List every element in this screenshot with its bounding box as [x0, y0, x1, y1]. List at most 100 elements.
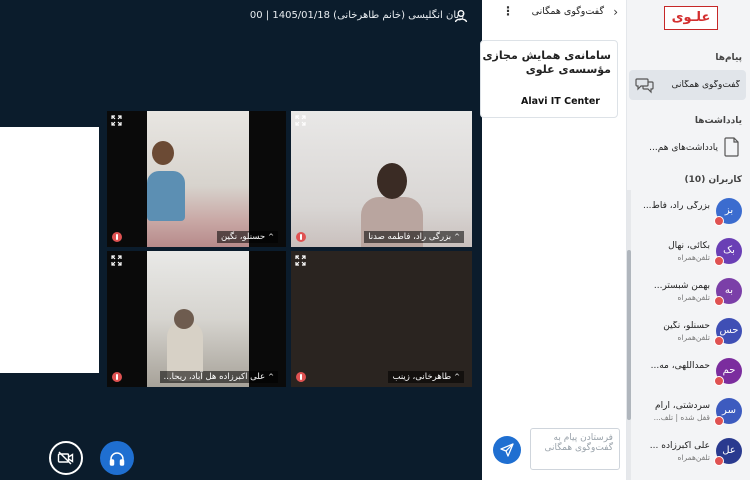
- user-list-item[interactable]: بک بکائی، نهال تلفن‌همراه: [627, 232, 750, 272]
- user-list-item[interactable]: سر سردشتی، آرام قفل شده | تلف...: [627, 392, 750, 432]
- mic-off-icon: [296, 372, 306, 382]
- user-list-item[interactable]: حم حمداللهی، مه...: [627, 352, 750, 392]
- user-list-scrollbar[interactable]: [627, 190, 631, 480]
- user-list: بز بزرگی راد، فاط... بک بکائی، نهال تلفن…: [627, 192, 750, 480]
- chevron-left-icon[interactable]: ‹: [613, 5, 618, 19]
- user-status: تلفن‌همراه: [677, 293, 710, 302]
- avatar-initials: سر: [722, 405, 736, 416]
- participant-name[interactable]: ^طاهرخانی، زینب: [388, 371, 464, 383]
- avatar: به: [714, 278, 742, 306]
- user-name: حمداللهی، مه...: [650, 361, 710, 371]
- avatar: عل: [714, 438, 742, 466]
- participant-name-text: علی اکبرزاده هل آباد، ریحا...: [163, 372, 266, 382]
- participant-figure: [377, 163, 407, 199]
- notes-section-label: یادداشت‌ها: [694, 116, 742, 126]
- meeting-title: زبان انگلیسی (خانم طاهرخانی) 1405/01/18 …: [249, 10, 464, 21]
- caret-icon: ^: [454, 233, 460, 241]
- avatar: بز: [714, 198, 742, 226]
- participant-name[interactable]: ^حسنلو، نگین: [216, 231, 278, 243]
- sidebar: علـوی پیام‌ها گفت‌وگوی همگانی یادداشت‌ها…: [627, 0, 750, 480]
- user-name: سردشتی، آرام: [655, 401, 710, 411]
- video-tile[interactable]: ^بزرگی راد، فاطمه صدنا: [291, 111, 472, 247]
- avatar: حس: [714, 318, 742, 346]
- participant-name-text: بزرگی راد، فاطمه صدنا: [368, 232, 452, 242]
- user-name: بزرگی راد، فاط...: [642, 201, 710, 211]
- mic-off-icon: [714, 376, 724, 386]
- avatar-initials: حم: [722, 365, 736, 376]
- avatar: سر: [714, 398, 742, 426]
- avatar-initials: بک: [723, 245, 735, 256]
- fullscreen-icon[interactable]: [295, 115, 306, 129]
- avatar-initials: به: [724, 285, 734, 296]
- avatar-initials: عل: [722, 445, 736, 456]
- fullscreen-icon[interactable]: [111, 255, 122, 269]
- chat-panel: ‹ گفت‌وگوی همگانی ⋮ سامانه‌ی همایش مجازی…: [480, 0, 627, 480]
- chat-header: ‹ گفت‌وگوی همگانی ⋮: [482, 0, 626, 26]
- user-icon[interactable]: [454, 9, 468, 26]
- chat-title: گفت‌وگوی همگانی: [531, 6, 604, 17]
- video-tile[interactable]: ^علی اکبرزاده هل آباد، ریحا...: [107, 251, 286, 387]
- user-list-item[interactable]: حس حسنلو، نگین تلفن‌همراه: [627, 312, 750, 352]
- welcome-title: سامانه‌ی همایش مجازی مؤسسه‌ی علوی: [482, 49, 611, 76]
- video-tile[interactable]: ^حسنلو، نگین: [107, 111, 286, 247]
- document-icon: [724, 136, 740, 160]
- participant-figure: [147, 171, 185, 221]
- sidebar-item-shared-notes[interactable]: یادداشت‌های هم...: [629, 133, 746, 163]
- send-icon: [500, 443, 514, 457]
- mic-off-icon: [714, 296, 724, 306]
- caret-icon: ^: [454, 373, 460, 381]
- chat-message-input[interactable]: [530, 428, 620, 470]
- participant-name-text: حسنلو، نگین: [220, 232, 266, 242]
- user-name: علی اکبرزاده ...: [649, 441, 710, 451]
- fullscreen-icon[interactable]: [111, 115, 122, 129]
- users-section-label: کاربران (10): [684, 175, 742, 185]
- mic-off-icon: [112, 372, 122, 382]
- mic-off-icon: [714, 416, 724, 426]
- more-options-icon[interactable]: ⋮: [502, 4, 514, 18]
- participant-figure: [152, 141, 174, 165]
- sidebar-item-public-chat[interactable]: گفت‌وگوی همگانی: [629, 70, 746, 100]
- participant-name-text: طاهرخانی، زینب: [392, 372, 452, 382]
- user-name: بکائی، نهال: [668, 241, 710, 251]
- presentation-area: [0, 127, 99, 373]
- fullscreen-icon[interactable]: [295, 255, 306, 269]
- sidebar-item-label: گفت‌وگوی همگانی: [671, 80, 740, 90]
- avatar-initials: بز: [724, 205, 734, 216]
- scrollbar-thumb[interactable]: [627, 250, 631, 420]
- user-status: تلفن‌همراه: [677, 253, 710, 262]
- welcome-subtitle: Alavi IT Center: [521, 96, 600, 107]
- audio-button[interactable]: [100, 441, 134, 475]
- sidebar-item-label: یادداشت‌های هم...: [649, 143, 718, 153]
- video-area: زبان انگلیسی (خانم طاهرخانی) 1405/01/18 …: [0, 0, 482, 480]
- avatar: حم: [714, 358, 742, 386]
- participant-figure: [174, 309, 194, 329]
- camera-toggle-button[interactable]: [49, 441, 83, 475]
- participant-name[interactable]: ^بزرگی راد، فاطمه صدنا: [364, 231, 464, 243]
- user-list-item[interactable]: به بهمن شبستر... تلفن‌همراه: [627, 272, 750, 312]
- mic-off-icon: [112, 232, 122, 242]
- mic-off-icon: [714, 336, 724, 346]
- participant-name[interactable]: ^علی اکبرزاده هل آباد، ریحا...: [159, 371, 278, 383]
- user-list-item[interactable]: عل علی اکبرزاده ... تلفن‌همراه: [627, 432, 750, 472]
- user-name: بهمن شبستر...: [653, 281, 710, 291]
- mic-off-icon: [714, 216, 724, 226]
- caret-icon: ^: [268, 373, 274, 381]
- chat-bubbles-icon: [635, 76, 655, 97]
- user-status: تلفن‌همراه: [677, 453, 710, 462]
- headphones-icon: [109, 451, 125, 466]
- camera-off-icon: [57, 451, 74, 465]
- user-name: حسنلو، نگین: [663, 321, 710, 331]
- avatar: بک: [714, 238, 742, 266]
- user-list-item[interactable]: بز بزرگی راد، فاط...: [627, 192, 750, 232]
- messages-section-label: پیام‌ها: [715, 53, 742, 63]
- mic-off-icon: [714, 256, 724, 266]
- user-status: تلفن‌همراه: [677, 333, 710, 342]
- caret-icon: ^: [268, 233, 274, 241]
- mic-off-icon: [714, 456, 724, 466]
- send-button[interactable]: [493, 436, 521, 464]
- mic-off-icon: [296, 232, 306, 242]
- user-status: قفل شده | تلف...: [653, 413, 710, 422]
- video-tile[interactable]: ^طاهرخانی، زینب: [291, 251, 472, 387]
- logo: علـوی: [664, 6, 718, 30]
- avatar-initials: حس: [719, 325, 739, 336]
